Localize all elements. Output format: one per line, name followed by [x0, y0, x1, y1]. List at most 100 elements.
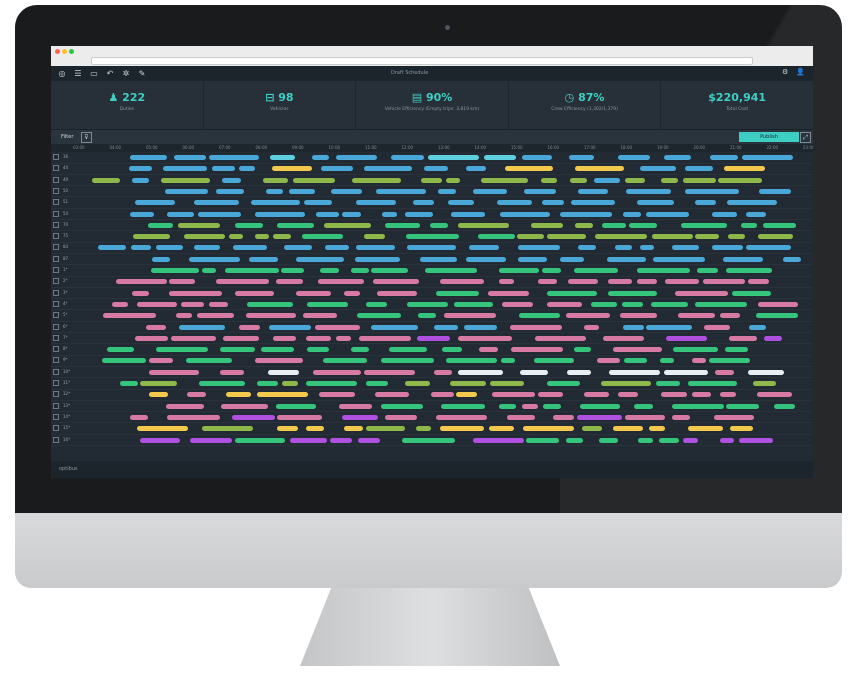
row-checkbox[interactable] [53, 391, 59, 398]
trip-bar[interactable] [565, 313, 611, 319]
trip-bar[interactable] [364, 369, 416, 375]
row-label[interactable]: 10* [51, 368, 75, 376]
trip-bar[interactable] [181, 301, 204, 307]
row-label[interactable]: 51 [51, 198, 75, 206]
trip-bar[interactable] [147, 222, 173, 228]
trip-bar[interactable] [385, 414, 418, 420]
trip-bar[interactable] [534, 358, 574, 364]
trip-bar[interactable] [364, 166, 412, 172]
trip-bar[interactable] [752, 381, 777, 386]
row-label[interactable]: 3* [51, 289, 75, 297]
trip-bar[interactable] [504, 166, 553, 172]
settings-icon[interactable]: ✲ [121, 69, 131, 79]
row-label[interactable]: 75 [51, 232, 75, 240]
trip-bar[interactable] [447, 200, 475, 206]
trip-bar[interactable] [321, 166, 353, 172]
trip-bar[interactable] [650, 301, 689, 307]
trip-bar[interactable] [714, 414, 755, 420]
trip-bar[interactable] [155, 347, 209, 353]
trip-bar[interactable] [402, 437, 455, 443]
filter-icon[interactable]: ⊽ [81, 132, 92, 143]
trip-bar[interactable] [196, 313, 235, 319]
trip-bar[interactable] [535, 335, 586, 341]
trip-bar[interactable] [358, 437, 380, 443]
trip-bar[interactable] [674, 290, 728, 296]
trip-bar[interactable] [607, 256, 647, 262]
trip-bar[interactable] [199, 381, 246, 386]
trip-bar[interactable] [748, 279, 769, 285]
trip-bar[interactable] [356, 313, 402, 319]
trip-bar[interactable] [521, 155, 553, 160]
trip-bar[interactable] [584, 324, 600, 330]
trip-bar[interactable] [149, 392, 168, 398]
edit-icon[interactable]: ✎ [137, 69, 147, 79]
trip-bar[interactable] [315, 324, 361, 330]
trip-bar[interactable] [184, 234, 225, 240]
trip-bar[interactable] [570, 200, 615, 206]
trip-bar[interactable] [371, 324, 419, 330]
trip-bar[interactable] [599, 437, 618, 443]
trip-bar[interactable] [636, 200, 675, 206]
trip-bar[interactable] [541, 268, 561, 273]
trip-bar[interactable] [165, 403, 204, 409]
row-label[interactable]: 9* [51, 356, 75, 364]
trip-bar[interactable] [583, 392, 609, 398]
trip-bar[interactable] [234, 290, 274, 296]
trip-bar[interactable] [371, 268, 408, 273]
trip-bar[interactable] [307, 347, 329, 353]
trip-bar[interactable] [364, 234, 386, 240]
trip-bar[interactable] [215, 188, 245, 194]
trip-bar[interactable] [290, 437, 327, 443]
row-label[interactable]: 14* [51, 413, 75, 421]
trip-bar[interactable] [720, 437, 735, 443]
trip-bar[interactable] [692, 392, 712, 398]
trip-bar[interactable] [98, 245, 127, 251]
trip-bar[interactable] [574, 347, 591, 353]
expand-icon[interactable]: ⤢ [800, 132, 811, 143]
trip-bar[interactable] [472, 437, 524, 443]
trip-bar[interactable] [488, 290, 529, 296]
trip-bar[interactable] [704, 324, 730, 330]
row-checkbox[interactable] [53, 165, 59, 172]
trip-bar[interactable] [339, 403, 373, 409]
trip-bar[interactable] [625, 188, 672, 194]
trip-bar[interactable] [520, 369, 549, 375]
trip-bar[interactable] [456, 392, 478, 398]
trip-bar[interactable] [306, 426, 325, 432]
trip-bar[interactable] [458, 222, 510, 228]
trip-bar[interactable] [742, 155, 794, 160]
trip-bar[interactable] [577, 188, 609, 194]
trip-bar[interactable] [406, 245, 456, 251]
trip-bar[interactable] [330, 188, 363, 194]
trip-bar[interactable] [306, 335, 331, 341]
trip-bar[interactable] [759, 188, 791, 194]
row-checkbox[interactable] [53, 154, 59, 160]
trip-bar[interactable] [365, 381, 389, 386]
trip-bar[interactable] [725, 403, 759, 409]
trip-bar[interactable] [703, 279, 745, 285]
trip-bar[interactable] [748, 324, 767, 330]
trip-bar[interactable] [185, 358, 233, 364]
publish-button[interactable]: Publish [739, 132, 799, 142]
trip-bar[interactable] [275, 403, 316, 409]
trip-bar[interactable] [265, 188, 284, 194]
row-checkbox[interactable] [53, 346, 59, 353]
row-label[interactable]: 5* [51, 311, 75, 319]
user-icon[interactable]: 👤 [796, 68, 805, 76]
maximize-window-icon[interactable] [69, 49, 74, 54]
trip-bar[interactable] [661, 392, 687, 398]
trip-bar[interactable] [313, 369, 362, 375]
trip-bar[interactable] [731, 290, 772, 296]
trip-bar[interactable] [621, 301, 643, 307]
trip-bar[interactable] [91, 177, 120, 183]
trip-bar[interactable] [458, 369, 503, 375]
trip-bar[interactable] [341, 211, 362, 217]
trip-bar[interactable] [197, 211, 242, 217]
trip-bar[interactable] [442, 347, 462, 353]
row-label[interactable]: 1* [51, 266, 75, 274]
trip-bar[interactable] [281, 268, 305, 273]
trip-bar[interactable] [305, 381, 358, 386]
trip-bar[interactable] [148, 358, 173, 364]
trip-bar[interactable] [276, 426, 299, 432]
trip-bar[interactable] [450, 211, 485, 217]
